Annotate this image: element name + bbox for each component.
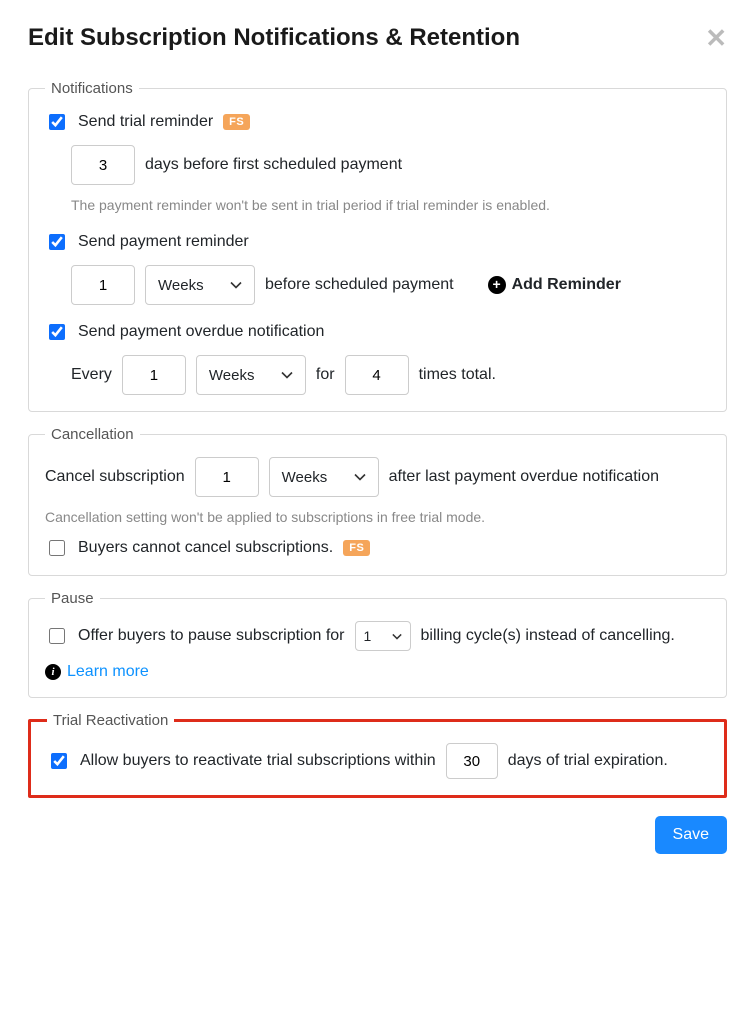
pause-checkbox[interactable] (49, 628, 65, 644)
payment-reminder-unit-select[interactable]: Weeks (145, 265, 255, 305)
cancellation-prefix: Cancel subscription (45, 468, 185, 486)
buyers-cannot-cancel-label: Buyers cannot cancel subscriptions. (78, 539, 333, 557)
trial-reminder-label: Send trial reminder (78, 113, 213, 131)
payment-reminder-count-input[interactable] (71, 265, 135, 305)
dialog-header: Edit Subscription Notifications & Retent… (28, 24, 727, 52)
cancellation-help: Cancellation setting won't be applied to… (45, 509, 710, 525)
cancellation-legend: Cancellation (45, 426, 140, 443)
payment-reminder-suffix: before scheduled payment (265, 276, 454, 294)
overdue-checkbox[interactable] (49, 324, 65, 340)
trial-reminder-row: Send trial reminder FS (45, 111, 710, 133)
overdue-label: Send payment overdue notification (78, 323, 324, 341)
pause-legend: Pause (45, 590, 100, 607)
cancellation-config-row: Cancel subscription Weeks after last pay… (45, 457, 710, 497)
trial-reactivation-legend: Trial Reactivation (47, 712, 174, 729)
overdue-times-suffix: times total. (419, 366, 496, 384)
trial-reactivation-days-input[interactable] (446, 743, 498, 779)
trial-reminder-help: The payment reminder won't be sent in tr… (71, 197, 710, 213)
trial-reactivation-row: Allow buyers to reactivate trial subscri… (47, 743, 708, 779)
payment-reminder-row: Send payment reminder (45, 231, 710, 253)
notifications-section: Notifications Send trial reminder FS day… (28, 80, 727, 412)
overdue-config-row: Every Weeks for times total. (71, 355, 710, 395)
payment-reminder-config-row: Weeks before scheduled payment + Add Rem… (71, 265, 710, 305)
chevron-down-icon (230, 281, 242, 289)
pause-cycles-select[interactable]: 1 (355, 621, 411, 651)
trial-reactivation-checkbox[interactable] (51, 753, 67, 769)
add-reminder-button[interactable]: + Add Reminder (488, 276, 621, 294)
buyers-cannot-cancel-checkbox[interactable] (49, 540, 65, 556)
pause-prefix: Offer buyers to pause subscription for (78, 627, 345, 645)
payment-reminder-unit-value: Weeks (158, 277, 204, 294)
overdue-every-label: Every (71, 366, 112, 384)
chevron-down-icon (281, 371, 293, 379)
cancellation-unit-select[interactable]: Weeks (269, 457, 379, 497)
notifications-legend: Notifications (45, 80, 139, 97)
trial-reminder-days-suffix: days before first scheduled payment (145, 156, 402, 174)
close-icon[interactable]: ✕ (705, 25, 727, 51)
overdue-times-input[interactable] (345, 355, 409, 395)
pause-suffix: billing cycle(s) instead of cancelling. (421, 627, 675, 645)
payment-reminder-checkbox[interactable] (49, 234, 65, 250)
fs-badge: FS (223, 114, 250, 130)
trial-reactivation-section: Trial Reactivation Allow buyers to react… (28, 712, 727, 798)
payment-reminder-label: Send payment reminder (78, 233, 249, 251)
cancellation-unit-value: Weeks (282, 469, 328, 486)
plus-circle-icon: + (488, 276, 506, 294)
trial-reminder-checkbox[interactable] (49, 114, 65, 130)
chevron-down-icon (354, 473, 366, 481)
dialog-footer: Save (28, 816, 727, 854)
learn-more-link[interactable]: Learn more (67, 663, 149, 681)
pause-cycles-value: 1 (364, 628, 372, 644)
add-reminder-label: Add Reminder (512, 276, 621, 294)
overdue-every-input[interactable] (122, 355, 186, 395)
fs-badge: FS (343, 540, 370, 556)
trial-reactivation-prefix: Allow buyers to reactivate trial subscri… (80, 752, 436, 770)
info-icon: i (45, 664, 61, 680)
overdue-for-label: for (316, 366, 335, 384)
buyers-cannot-cancel-row: Buyers cannot cancel subscriptions. FS (45, 537, 710, 559)
overdue-unit-select[interactable]: Weeks (196, 355, 306, 395)
trial-reminder-days-input[interactable] (71, 145, 135, 185)
overdue-unit-value: Weeks (209, 367, 255, 384)
chevron-down-icon (392, 633, 402, 640)
trial-reminder-days-row: days before first scheduled payment (71, 145, 710, 185)
dialog-title: Edit Subscription Notifications & Retent… (28, 24, 520, 52)
cancellation-section: Cancellation Cancel subscription Weeks a… (28, 426, 727, 576)
pause-learn-more-row: i Learn more (45, 663, 710, 681)
save-button[interactable]: Save (655, 816, 727, 854)
pause-row: Offer buyers to pause subscription for 1… (45, 621, 710, 651)
cancellation-count-input[interactable] (195, 457, 259, 497)
cancellation-suffix: after last payment overdue notification (389, 468, 659, 486)
trial-reactivation-suffix: days of trial expiration. (508, 752, 668, 770)
pause-section: Pause Offer buyers to pause subscription… (28, 590, 727, 698)
overdue-row: Send payment overdue notification (45, 321, 710, 343)
